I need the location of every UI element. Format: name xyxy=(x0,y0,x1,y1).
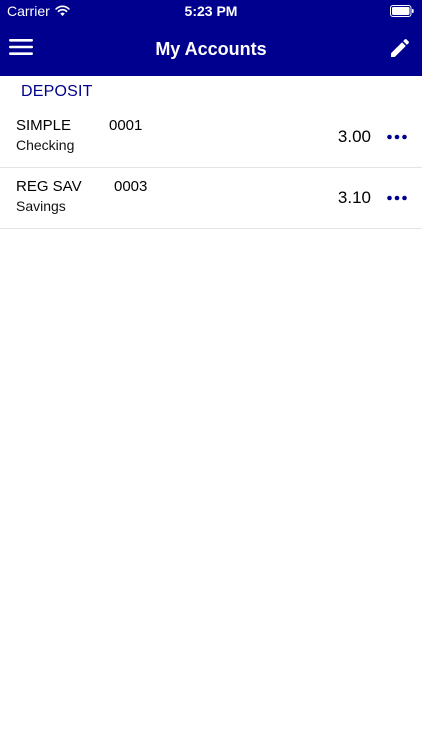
account-number: 0003 xyxy=(114,178,148,195)
account-balance: 3.00 xyxy=(337,127,371,146)
section-header-deposit: DEPOSIT xyxy=(21,83,93,100)
account-row[interactable]: SIMPLE 0001 Checking 3.00 xyxy=(0,107,422,168)
status-bar: Carrier 5:23 PM xyxy=(0,0,422,22)
more-options-button[interactable] xyxy=(386,133,408,141)
account-row[interactable]: REG SAV 0003 Savings 3.10 xyxy=(0,168,422,229)
more-dots-icon xyxy=(387,195,407,201)
account-name: REG SAV xyxy=(16,178,82,195)
pencil-icon xyxy=(391,38,410,57)
status-time: 5:23 PM xyxy=(184,3,238,19)
accounts-list: DEPOSIT SIMPLE 0001 Checking 3.00 REG SA… xyxy=(0,76,422,750)
app-screen: Carrier 5:23 PM My Accounts DEPOSIT SIMP… xyxy=(0,0,422,750)
page-title: My Accounts xyxy=(155,39,267,59)
battery-icon xyxy=(390,5,414,17)
more-dots-icon xyxy=(387,134,407,140)
nav-bar: My Accounts xyxy=(0,22,422,76)
account-number: 0001 xyxy=(109,117,143,134)
more-options-button[interactable] xyxy=(386,194,408,202)
edit-button[interactable] xyxy=(388,36,412,60)
account-balance: 3.10 xyxy=(337,188,371,207)
account-name: SIMPLE xyxy=(16,117,72,134)
account-type: Savings xyxy=(16,198,66,214)
header: Carrier 5:23 PM My Accounts xyxy=(0,0,422,76)
account-type: Checking xyxy=(16,137,75,153)
